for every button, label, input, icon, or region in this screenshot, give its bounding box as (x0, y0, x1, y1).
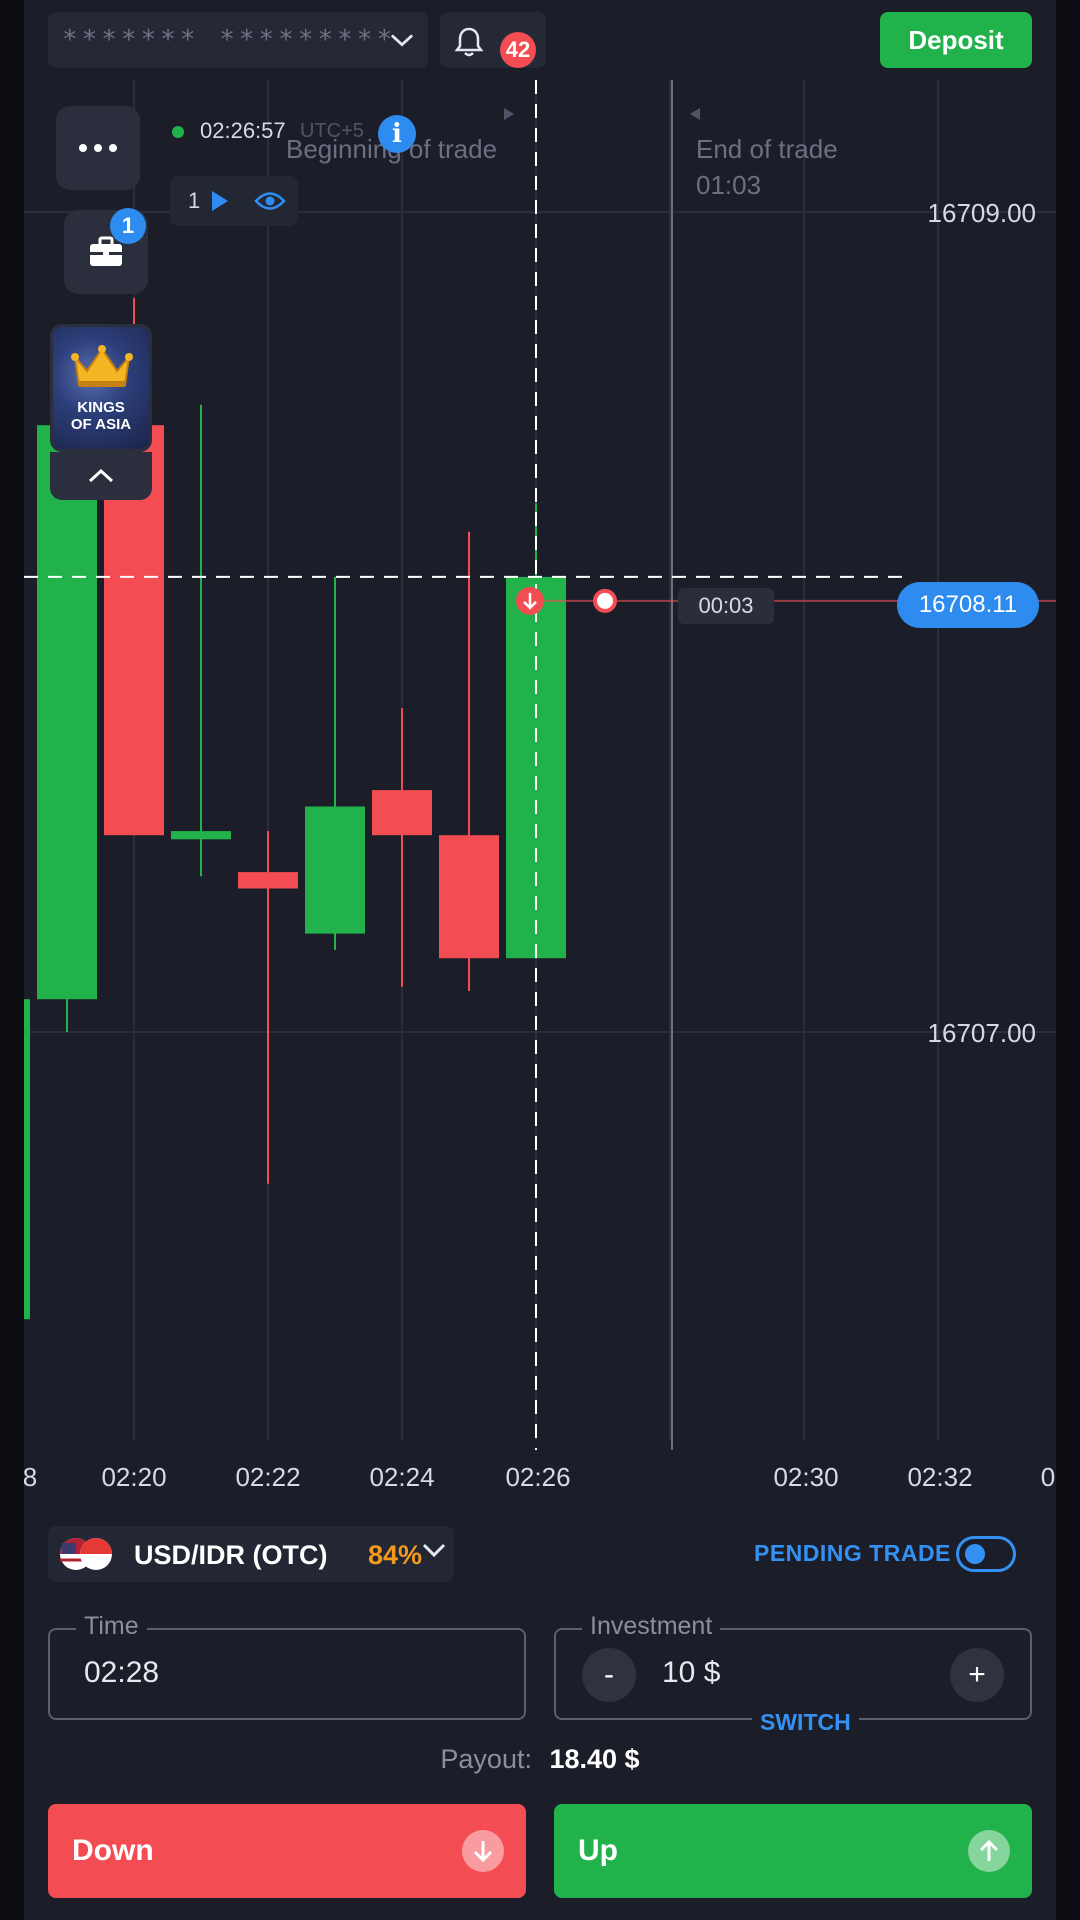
x-tick: 02:22 (235, 1462, 301, 1492)
eye-icon[interactable] (254, 190, 286, 212)
menu-dots-icon (79, 144, 117, 152)
account-balance-masked: ******* ********* (62, 25, 390, 55)
x-tick: 02:24 (369, 1462, 435, 1492)
begin-marker-icon (504, 108, 514, 120)
chevron-down-icon (422, 1543, 446, 1558)
asset-payout-percent: 84% (368, 1540, 423, 1570)
investment-field[interactable]: Investment - 10 $ + SWITCH (554, 1612, 1032, 1736)
x-tick: 8 (24, 1462, 38, 1492)
candle-body (171, 831, 231, 840)
time-field-label: Time (76, 1612, 147, 1641)
chevron-up-icon (88, 468, 114, 483)
collapse-promo-button[interactable] (50, 452, 152, 500)
end-of-trade-label: End of trade (696, 134, 838, 164)
currency-flags-icon (60, 1538, 112, 1570)
portfolio-badge: 1 (110, 208, 146, 244)
up-button[interactable]: Up (554, 1804, 1032, 1898)
notifications-button[interactable]: 42 (440, 12, 546, 68)
candle-body (305, 806, 365, 934)
candle-body (238, 872, 298, 889)
notifications-badge: 42 (500, 32, 536, 68)
payout-value: 18.40 $ (549, 1744, 640, 1774)
live-status-dot (172, 126, 184, 138)
increase-investment-button[interactable]: + (950, 1648, 1004, 1702)
investment-field-label: Investment (582, 1612, 721, 1641)
x-tick: 0 (1040, 1462, 1056, 1492)
candle-body (37, 425, 97, 1000)
trade-timer: 00:03 (678, 588, 774, 624)
down-button-label: Down (72, 1834, 154, 1867)
promo-title: KINGS OF ASIA (70, 399, 132, 433)
arrow-up-icon (968, 1830, 1010, 1872)
pending-trade-toggle[interactable] (956, 1536, 1016, 1572)
decrease-investment-button[interactable]: - (582, 1648, 636, 1702)
play-icon (212, 191, 228, 211)
down-button[interactable]: Down (48, 1804, 526, 1898)
open-trades-bar[interactable]: 1 (170, 176, 298, 226)
info-icon[interactable]: i (378, 115, 416, 153)
asset-selector[interactable]: USD/IDR (OTC) 84% (48, 1526, 454, 1582)
trading-app: Beginning of trade End of trade 01:03 16… (24, 0, 1056, 1920)
candle-body (439, 835, 499, 959)
menu-button[interactable] (56, 106, 140, 190)
time-field[interactable]: Time 02:28 (48, 1612, 526, 1720)
timezone-label: UTC+5 (300, 120, 364, 142)
x-tick: 02:20 (101, 1462, 167, 1492)
x-tick: 02:30 (773, 1462, 839, 1492)
asset-name: USD/IDR (OTC) (134, 1540, 328, 1570)
toggle-knob (965, 1544, 985, 1564)
up-button-label: Up (578, 1834, 618, 1867)
account-selector[interactable]: ******* ********* (48, 12, 428, 68)
y-tick-top: 16709.00 (927, 198, 1036, 228)
end-marker-icon (690, 108, 700, 120)
payout-label: Payout: (440, 1744, 532, 1774)
x-tick: 02:26 (505, 1462, 571, 1492)
candle-partial (24, 999, 30, 1320)
end-of-trade-time: 01:03 (696, 170, 762, 200)
open-trades-count: 1 (188, 188, 201, 213)
candle-body (372, 790, 432, 836)
switch-button[interactable]: SWITCH (752, 1709, 859, 1736)
server-clock: 02:26:57 (200, 118, 286, 143)
price-chart[interactable] (24, 0, 1056, 1520)
investment-value[interactable]: 10 $ (662, 1656, 720, 1690)
current-price-label: 16708.11 (897, 582, 1039, 628)
kings-of-asia-promo[interactable]: KINGS OF ASIA (50, 324, 152, 452)
y-tick-bottom: 16707.00 (927, 1018, 1036, 1048)
arrow-down-icon (462, 1830, 504, 1872)
trade-end-handle (593, 588, 617, 613)
x-tick: 02:32 (907, 1462, 973, 1492)
time-value[interactable]: 02:28 (84, 1656, 159, 1690)
bell-icon (454, 27, 484, 57)
deposit-button[interactable]: Deposit (880, 12, 1032, 68)
chevron-down-icon (390, 28, 414, 52)
crown-icon (71, 345, 133, 387)
pending-trade-label: PENDING TRADE (754, 1540, 951, 1566)
payout-row: Payout: 18.40 $ (24, 1744, 1056, 1775)
